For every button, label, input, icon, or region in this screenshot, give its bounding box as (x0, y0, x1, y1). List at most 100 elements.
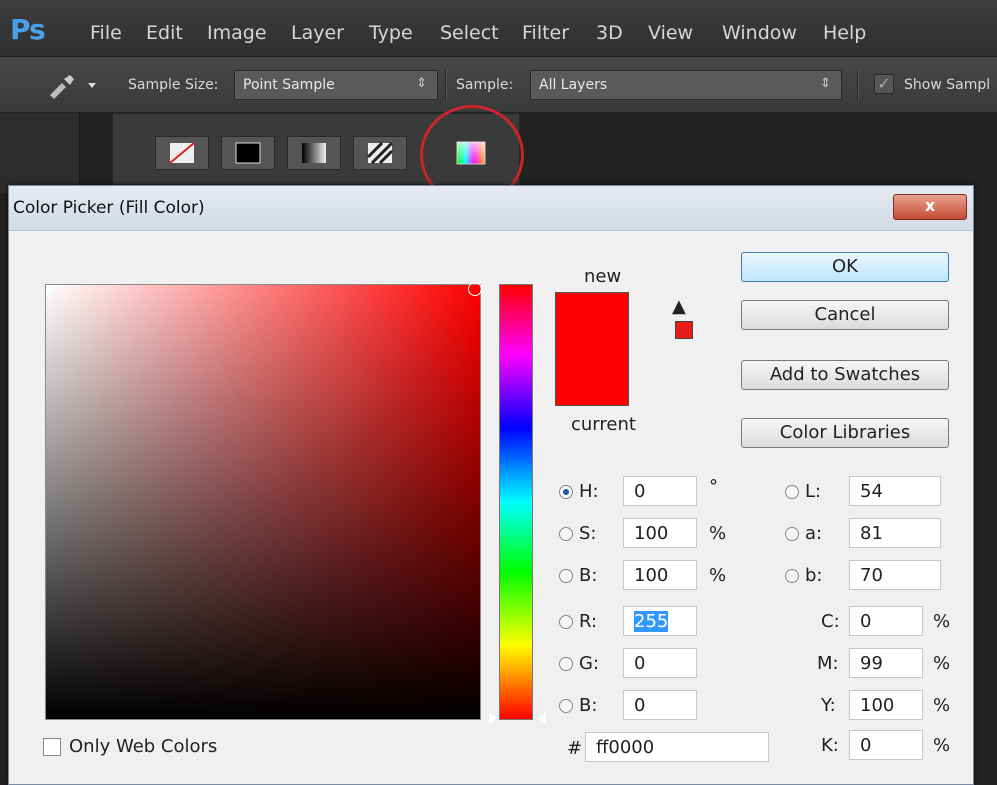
radio-r[interactable] (559, 615, 573, 629)
tools-panel (0, 113, 80, 193)
gradient-button[interactable] (287, 136, 341, 170)
c-label: C: (821, 611, 840, 632)
blue-input[interactable]: 0 (623, 690, 697, 720)
m-label: M: (817, 653, 839, 674)
m-input[interactable]: 99 (849, 648, 923, 678)
a-input[interactable]: 81 (849, 518, 941, 548)
updown-icon: ⇕ (820, 76, 831, 91)
options-bar: Sample Size: Point Sample ⇕ Sample: All … (0, 57, 997, 113)
brightness-input[interactable]: 100 (623, 560, 697, 590)
close-icon: x (924, 196, 936, 215)
current-label: current (571, 414, 636, 435)
ok-button[interactable]: OK (741, 252, 949, 282)
hue-handle-right-icon[interactable] (538, 712, 546, 724)
color-marker[interactable] (468, 282, 482, 296)
menu-file[interactable]: File (90, 22, 122, 44)
radio-h[interactable] (559, 485, 573, 499)
sample-value: All Layers (539, 77, 608, 93)
red-input[interactable]: 255 (623, 606, 697, 636)
radio-lab-b[interactable] (785, 569, 799, 583)
g-label: G: (579, 653, 600, 674)
sample-size-value: Point Sample (243, 77, 335, 93)
menu-window[interactable]: Window (722, 22, 797, 44)
s-label: S: (579, 523, 597, 544)
separator (445, 69, 447, 101)
sample-label: Sample: (456, 77, 514, 93)
l-input[interactable]: 54 (849, 476, 941, 506)
menu-bar: Ps File Edit Image Layer Type Select Fil… (0, 0, 997, 57)
menu-select[interactable]: Select (440, 22, 499, 44)
radio-a[interactable] (785, 527, 799, 541)
radio-l[interactable] (785, 485, 799, 499)
menu-view[interactable]: View (648, 22, 693, 44)
c-unit: % (933, 611, 951, 632)
hue-slider[interactable] (499, 284, 533, 720)
menu-3d[interactable]: 3D (596, 22, 623, 44)
menu-type[interactable]: Type (369, 22, 413, 44)
radio-blue[interactable] (559, 699, 573, 713)
gamut-swatch[interactable] (675, 321, 693, 339)
radio-b[interactable] (559, 569, 573, 583)
hex-input[interactable]: ff0000 (585, 732, 769, 762)
solid-color-icon (235, 142, 261, 164)
sample-size-label: Sample Size: (128, 77, 219, 93)
menu-image[interactable]: Image (207, 22, 267, 44)
sample-select[interactable]: All Layers ⇕ (530, 70, 842, 100)
red-value: 255 (634, 611, 669, 632)
blue-label: B: (579, 695, 598, 716)
add-to-swatches-button[interactable]: Add to Swatches (741, 360, 949, 390)
green-input[interactable]: 0 (623, 648, 697, 678)
only-web-colors-label: Only Web Colors (69, 736, 218, 757)
color-libraries-button[interactable]: Color Libraries (741, 418, 949, 448)
photoshop-window: Ps File Edit Image Layer Type Select Fil… (0, 0, 997, 785)
close-button[interactable]: x (893, 194, 967, 220)
k-label: K: (821, 735, 839, 756)
radio-s[interactable] (559, 527, 573, 541)
show-sampling-checkbox[interactable]: ✓ (874, 74, 894, 94)
b-label: B: (579, 565, 598, 586)
out-of-gamut-warning-icon[interactable]: ▲ (672, 296, 686, 317)
menu-edit[interactable]: Edit (146, 22, 183, 44)
pattern-icon (366, 141, 394, 165)
hex-label: # (567, 738, 583, 759)
dialog-titlebar[interactable]: Color Picker (Fill Color) x (9, 186, 973, 231)
new-color-swatch (555, 292, 629, 406)
radio-g[interactable] (559, 657, 573, 671)
show-sampling-label: Show Sampl (904, 77, 991, 93)
r-label: R: (579, 611, 598, 632)
sample-size-select[interactable]: Point Sample ⇕ (234, 70, 438, 100)
y-input[interactable]: 100 (849, 690, 923, 720)
gradient-icon (302, 143, 326, 163)
saturation-brightness-field[interactable] (45, 284, 481, 720)
menu-layer[interactable]: Layer (291, 22, 344, 44)
ps-logo: Ps (10, 13, 46, 46)
h-unit: ° (709, 476, 718, 497)
h-input[interactable]: 0 (623, 476, 697, 506)
updown-icon: ⇕ (416, 76, 427, 91)
only-web-colors-checkbox[interactable] (43, 738, 61, 756)
no-fill-button[interactable] (155, 136, 209, 170)
no-color-icon (169, 142, 195, 164)
m-unit: % (933, 653, 951, 674)
dialog-title: Color Picker (Fill Color) (13, 198, 205, 218)
k-unit: % (933, 735, 951, 756)
menu-filter[interactable]: Filter (522, 22, 569, 44)
cancel-button[interactable]: Cancel (741, 300, 949, 330)
hue-handle-left-icon[interactable] (489, 712, 497, 724)
color-picker-dialog: Color Picker (Fill Color) x new current … (8, 185, 974, 785)
b-unit: % (709, 565, 727, 586)
y-label: Y: (821, 695, 836, 716)
lab-b-label: b: (805, 565, 823, 586)
k-input[interactable]: 0 (849, 730, 923, 760)
eyedropper-icon[interactable] (44, 71, 100, 99)
s-unit: % (709, 523, 727, 544)
c-input[interactable]: 0 (849, 606, 923, 636)
menu-help[interactable]: Help (823, 22, 866, 44)
lab-b-input[interactable]: 70 (849, 560, 941, 590)
solid-color-button[interactable] (221, 136, 275, 170)
s-input[interactable]: 100 (623, 518, 697, 548)
pattern-button[interactable] (353, 136, 407, 170)
l-label: L: (805, 481, 822, 502)
y-unit: % (933, 695, 951, 716)
new-label: new (584, 266, 622, 287)
